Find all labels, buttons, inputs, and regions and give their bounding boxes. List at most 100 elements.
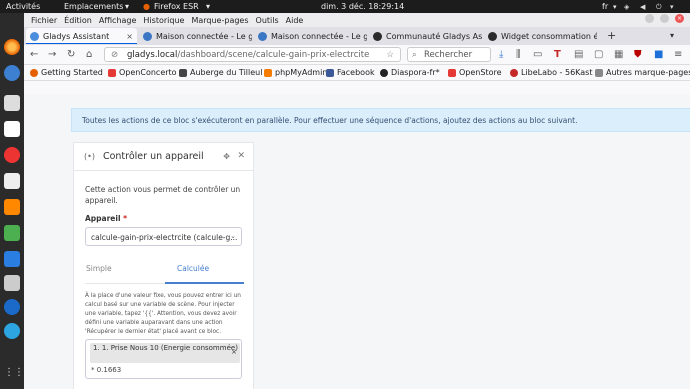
required-mark: * (123, 214, 128, 223)
chevron-down-icon: ⌄ (230, 232, 236, 240)
ublock-icon[interactable]: ⛊ (634, 49, 642, 61)
close-window-icon[interactable]: × (675, 14, 684, 23)
tab-gladys[interactable]: Gladys Assistant × (26, 28, 137, 44)
home-icon[interactable]: ⌂ (86, 49, 92, 61)
telegram-dock-icon[interactable] (4, 323, 20, 339)
tab-simple[interactable]: Simple (86, 264, 112, 273)
variable-chip-label: 1. 1. Prise Nous 10 (Energie consommée) (93, 344, 238, 352)
app-chevron-icon: ▾ (206, 2, 211, 11)
hamburger-menu-icon[interactable]: ≡ (674, 49, 682, 61)
move-icon[interactable]: ✥ (223, 152, 230, 161)
list-all-tabs-icon[interactable]: ▾ (670, 31, 674, 40)
tab-label: Widget consommation élé (501, 31, 597, 41)
menu-historique[interactable]: Historique (143, 16, 184, 25)
discourse-favicon-icon (488, 31, 497, 41)
diaspora-favicon-icon (380, 68, 388, 77)
text-editor-dock-icon[interactable] (4, 173, 20, 189)
bookmark-facebook[interactable]: Facebook (326, 68, 375, 77)
page-content: Toutes les actions de ce bloc s'exécuter… (24, 94, 690, 389)
search-box[interactable]: ⌕ Rechercher (407, 47, 491, 62)
vlc-dock-icon[interactable] (4, 199, 20, 215)
bookmark-openstore[interactable]: OpenStore (448, 68, 502, 77)
menu-outils[interactable]: Outils (256, 16, 279, 25)
app-grid-icon[interactable]: ⋮⋮ (4, 365, 24, 381)
bookmark-libelabo[interactable]: LibeLabo - 56Kast (510, 68, 592, 77)
tab-maison-2[interactable]: Maison connectée - Le gu (254, 28, 367, 44)
language-chevron-icon: ▾ (613, 3, 617, 11)
tab-label: Maison connectée - Le gu (156, 31, 252, 41)
phpmyadmin-favicon-icon (264, 68, 272, 77)
downloads-icon[interactable]: ⤓ (499, 49, 503, 61)
system-menu-chevron-icon[interactable]: ▾ (670, 3, 674, 11)
navigation-bar: ← → ↻ ⌂ ⊘ gladys.local/dashboard/scene/c… (24, 45, 690, 65)
new-tab-button[interactable]: + (607, 29, 616, 42)
variable-chip[interactable]: 1. 1. Prise Nous 10 (Energie consommée) … (90, 343, 240, 363)
tab-maison-1[interactable]: Maison connectée - Le gu (139, 28, 252, 44)
volume-icon: ◀ (640, 3, 646, 11)
card-description: Cette action vous permet de contrôler un… (85, 185, 241, 205)
computed-value-input[interactable]: 1. 1. Prise Nous 10 (Energie consommée) … (85, 339, 242, 379)
bookmark-diaspora[interactable]: Diaspora-fr* (380, 68, 440, 77)
bookmark-star-icon[interactable]: ☆ (386, 50, 394, 60)
menu-edition[interactable]: Édition (64, 16, 92, 25)
extension-bag-icon[interactable]: ▤ (574, 49, 583, 61)
remove-chip-icon[interactable]: × (231, 348, 237, 358)
site-favicon-icon (258, 31, 267, 41)
help-dock-icon[interactable] (4, 147, 20, 163)
facebook-favicon-icon (326, 68, 334, 77)
window-controls: × (645, 14, 684, 23)
calculator-dock-icon[interactable] (4, 275, 20, 291)
nextcloud-dock-icon[interactable] (4, 299, 20, 315)
computed-help-text: À la place d'une valeur fixe, vous pouve… (85, 293, 241, 335)
places-menu[interactable]: Emplacements (64, 2, 123, 11)
extension-grid-icon[interactable]: ▦ (614, 49, 623, 61)
menu-fichier[interactable]: Fichier (31, 16, 57, 25)
menu-marque-pages[interactable]: Marque-pages (191, 16, 248, 25)
site-info-icon[interactable]: ⊘ (111, 50, 118, 60)
close-tab-icon[interactable]: × (126, 32, 133, 41)
library-icon[interactable]: ⫼ (516, 49, 521, 61)
menu-aide[interactable]: Aide (286, 16, 304, 25)
app-menu[interactable]: Firefox ESR (154, 2, 199, 11)
parallel-actions-alert: Toutes les actions de ce bloc s'exécuter… (71, 108, 690, 132)
menu-affichage[interactable]: Affichage (99, 16, 137, 25)
extension-frame-icon[interactable]: ▢ (594, 49, 603, 61)
spreadsheet-dock-icon[interactable] (4, 225, 20, 241)
tab-communaute[interactable]: Communauté Gladys Assi (369, 28, 482, 44)
chromium-dock-icon[interactable] (4, 65, 20, 81)
reload-icon[interactable]: ↻ (67, 49, 75, 61)
forward-icon[interactable]: → (48, 49, 56, 61)
folder-icon (595, 68, 603, 77)
url-path: /dashboard/scene/calcule-gain-prix-elect… (177, 49, 370, 60)
bookmark-phpmyadmin[interactable]: phpMyAdmin (264, 68, 327, 77)
writer-dock-icon[interactable] (4, 251, 20, 267)
firefox-dock-icon[interactable] (4, 39, 20, 55)
bookmark-getting-started[interactable]: Getting Started (30, 68, 103, 77)
extension-t-icon[interactable]: T (554, 49, 561, 61)
tab-widget[interactable]: Widget consommation élé (484, 28, 597, 44)
power-icon[interactable]: ⏻ (656, 3, 662, 12)
back-icon[interactable]: ← (30, 49, 38, 61)
maximize-icon[interactable] (660, 14, 669, 23)
sidebar-icon[interactable]: ▭ (533, 49, 542, 61)
activities-button[interactable]: Activités (6, 2, 40, 11)
bookmark-openconcerto[interactable]: OpenConcerto (108, 68, 177, 77)
tab-bar: Gladys Assistant × Maison connectée - Le… (24, 27, 690, 45)
minimize-icon[interactable] (645, 14, 654, 23)
bookmark-others[interactable]: Autres marque-pages (595, 68, 690, 77)
openconcerto-favicon-icon (108, 68, 116, 77)
close-icon[interactable]: ✕ (237, 151, 245, 161)
device-select[interactable]: calcule-gain-prix-electrcite (calcule-g.… (85, 227, 242, 246)
bookmark-auberge[interactable]: Auberge du Tilleul (179, 68, 262, 77)
url-bar[interactable]: ⊘ gladys.local/dashboard/scene/calcule-g… (104, 47, 401, 62)
files-dock-icon[interactable] (4, 121, 20, 137)
tab-label: Maison connectée - Le gu (271, 31, 367, 41)
clock[interactable]: dim. 3 déc. 18:29:14 (321, 2, 404, 11)
camera-dock-icon[interactable] (4, 95, 20, 111)
firefox-window: Fichier Édition Affichage Historique Mar… (24, 13, 690, 389)
value-mode-tabs: Simple Calculée (85, 264, 244, 284)
tab-calculee[interactable]: Calculée (177, 264, 209, 273)
input-language[interactable]: fr (602, 2, 608, 11)
extension-box-icon[interactable]: ■ (654, 49, 663, 61)
menu-bar: Fichier Édition Affichage Historique Mar… (24, 13, 690, 27)
